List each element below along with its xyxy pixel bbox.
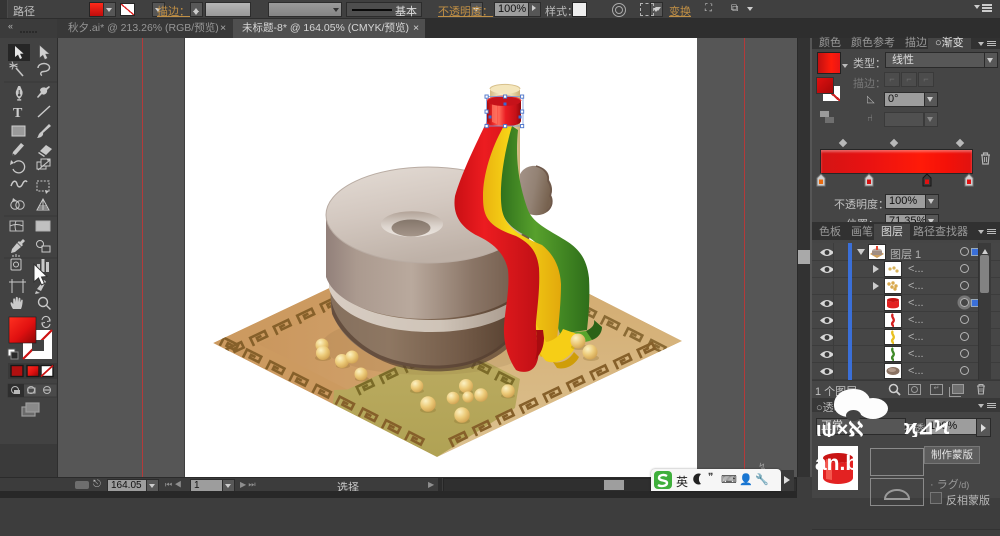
svg-text:T: T <box>13 106 23 121</box>
